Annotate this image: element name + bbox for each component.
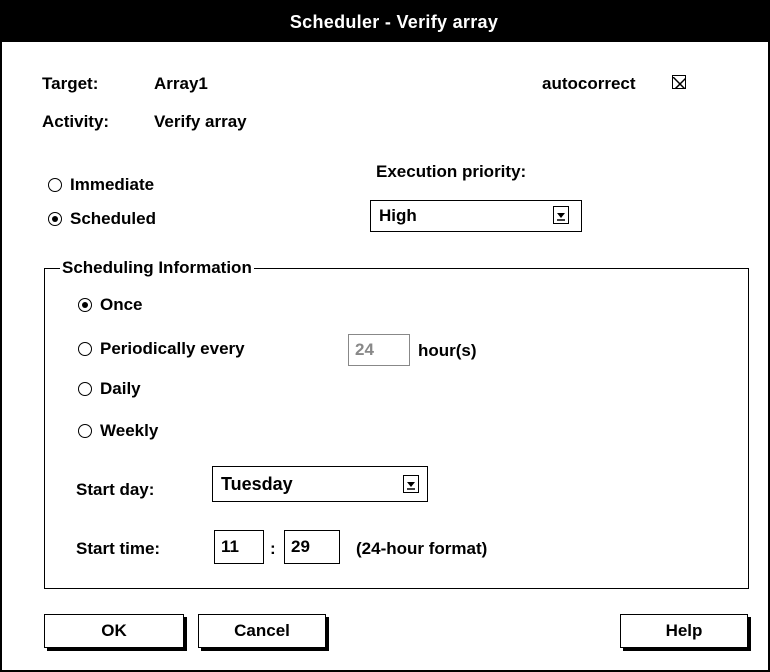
- activity-value: Verify array: [154, 112, 247, 131]
- start-day-select[interactable]: Tuesday: [212, 466, 428, 502]
- immediate-radio[interactable]: [48, 178, 62, 192]
- title-bar: Scheduler - Verify array: [20, 2, 768, 42]
- period-hours-input[interactable]: 24: [348, 334, 410, 366]
- start-minute-input[interactable]: 29: [284, 530, 340, 564]
- daily-radio[interactable]: [78, 382, 92, 396]
- cancel-button[interactable]: Cancel: [198, 614, 326, 648]
- time-format-note: (24-hour format): [356, 539, 488, 558]
- start-hour-input[interactable]: 11: [214, 530, 264, 564]
- once-label[interactable]: Once: [100, 295, 143, 315]
- help-button[interactable]: Help: [620, 614, 748, 648]
- execution-priority-select[interactable]: High: [370, 200, 582, 232]
- autocorrect-label: autocorrect: [542, 74, 636, 93]
- dropdown-arrow-icon[interactable]: [403, 475, 419, 493]
- activity-label: Activity:: [42, 112, 110, 131]
- system-menu-area[interactable]: [2, 2, 20, 42]
- target-value: Array1: [154, 74, 208, 93]
- scheduled-radio[interactable]: [48, 212, 62, 226]
- window-title: Scheduler - Verify array: [289, 11, 499, 32]
- daily-label[interactable]: Daily: [100, 379, 141, 399]
- start-day-label: Start day:: [76, 480, 155, 499]
- once-radio[interactable]: [78, 298, 92, 312]
- cancel-button-label: Cancel: [234, 621, 290, 640]
- immediate-label[interactable]: Immediate: [70, 175, 154, 195]
- scheduler-dialog: Scheduler - Verify array Target: Array1 …: [0, 0, 770, 672]
- ok-button-label: OK: [101, 621, 127, 640]
- time-separator: :: [270, 539, 276, 558]
- execution-priority-label: Execution priority:: [376, 162, 527, 181]
- dropdown-arrow-icon[interactable]: [553, 206, 569, 224]
- periodically-radio[interactable]: [78, 342, 92, 356]
- weekly-label[interactable]: Weekly: [100, 421, 158, 441]
- period-unit-label: hour(s): [418, 341, 477, 360]
- autocorrect-checkbox[interactable]: [672, 75, 686, 89]
- checkbox-cross-icon: [673, 76, 685, 88]
- execution-priority-value: High: [379, 206, 417, 225]
- periodically-label[interactable]: Periodically every: [100, 339, 245, 359]
- scheduling-group-title: Scheduling Information: [60, 258, 254, 278]
- help-button-label: Help: [665, 621, 703, 640]
- target-label: Target:: [42, 74, 99, 93]
- scheduled-label[interactable]: Scheduled: [70, 209, 156, 229]
- start-day-value: Tuesday: [221, 473, 293, 494]
- weekly-radio[interactable]: [78, 424, 92, 438]
- ok-button[interactable]: OK: [44, 614, 184, 648]
- start-time-label: Start time:: [76, 539, 161, 558]
